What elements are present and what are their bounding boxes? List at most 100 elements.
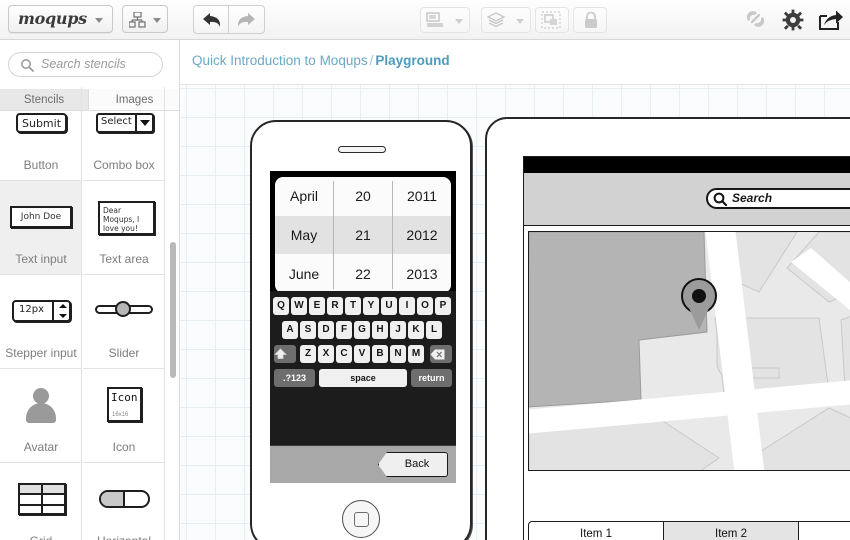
stencil-item-avatar[interactable]: Avatar bbox=[0, 369, 82, 463]
key-c[interactable]: C bbox=[336, 345, 352, 363]
key-o[interactable]: O bbox=[417, 297, 433, 315]
redo-button[interactable] bbox=[229, 5, 265, 34]
tab-bar-item-2[interactable]: Item 2 bbox=[664, 522, 799, 540]
space-key[interactable]: space bbox=[319, 369, 407, 387]
date-picker[interactable]: April May June 20 21 22 2011 2012 2013 bbox=[275, 177, 451, 293]
stencil-item-text-input[interactable]: John Doe Text input bbox=[0, 181, 82, 275]
stencil-art-label: Select bbox=[101, 116, 132, 127]
stencil-item-icon[interactable]: Icon 16x16 Icon bbox=[83, 369, 165, 463]
brand-menu-button[interactable]: moqups bbox=[8, 5, 113, 33]
backspace-key[interactable] bbox=[430, 345, 452, 363]
key-m[interactable]: M bbox=[408, 345, 424, 363]
page-settings-button[interactable] bbox=[420, 7, 470, 33]
tab-bar-item-1[interactable]: Item 1 bbox=[529, 522, 664, 540]
key-p[interactable]: P bbox=[435, 297, 451, 315]
key-a[interactable]: A bbox=[282, 321, 298, 339]
project-structure-button[interactable] bbox=[122, 5, 168, 33]
export-button[interactable] bbox=[818, 8, 844, 32]
map-view[interactable] bbox=[528, 231, 850, 471]
iphone-mockup[interactable]: April May June 20 21 22 2011 2012 2013 Q… bbox=[250, 120, 472, 540]
stencil-art-label: Dear Moqups, I love you! bbox=[98, 201, 155, 235]
stencil-item-button[interactable]: Submit Button bbox=[0, 87, 82, 181]
key-h[interactable]: H bbox=[372, 321, 388, 339]
design-canvas[interactable]: April May June 20 21 22 2011 2012 2013 Q… bbox=[180, 85, 850, 540]
key-g[interactable]: G bbox=[354, 321, 370, 339]
key-x[interactable]: X bbox=[318, 345, 334, 363]
key-r[interactable]: R bbox=[327, 297, 343, 315]
stencils-sidebar: Search stencils Stencils Images Submit B… bbox=[0, 40, 180, 540]
picker-column-month[interactable]: April May June bbox=[275, 177, 333, 293]
undo-button[interactable] bbox=[193, 5, 229, 34]
breadcrumb-current-page[interactable]: Playground bbox=[375, 53, 449, 68]
key-y[interactable]: Y bbox=[363, 297, 379, 315]
key-s[interactable]: S bbox=[300, 321, 316, 339]
key-n[interactable]: N bbox=[390, 345, 406, 363]
sidebar-scrollbar[interactable] bbox=[170, 242, 176, 378]
key-l[interactable]: L bbox=[426, 321, 442, 339]
stencil-art-label: Submit bbox=[16, 113, 67, 133]
tab-bar-item-3[interactable]: Item 3 bbox=[799, 522, 850, 540]
picker-option-selected[interactable]: May bbox=[275, 216, 333, 254]
combo-box-icon: Select bbox=[83, 87, 165, 153]
group-objects-button[interactable] bbox=[535, 7, 569, 33]
picker-option[interactable]: June bbox=[275, 255, 333, 293]
numeric-key[interactable]: .?123 bbox=[274, 369, 315, 387]
stencil-item-horizontal[interactable]: Horizontal bbox=[83, 463, 165, 540]
share-link-button[interactable] bbox=[744, 8, 768, 32]
search-placeholder: Search stencils bbox=[41, 57, 126, 71]
key-f[interactable]: F bbox=[336, 321, 352, 339]
key-u[interactable]: U bbox=[381, 297, 397, 315]
key-e[interactable]: E bbox=[309, 297, 325, 315]
lock-button[interactable] bbox=[573, 7, 607, 33]
key-q[interactable]: Q bbox=[273, 297, 289, 315]
picker-column-year[interactable]: 2011 2012 2013 bbox=[393, 177, 451, 293]
key-z[interactable]: Z bbox=[300, 345, 316, 363]
stepper-input-icon: 12px bbox=[0, 275, 82, 341]
lock-icon bbox=[585, 12, 597, 28]
text-area-icon: Dear Moqups, I love you! bbox=[83, 181, 165, 247]
key-j[interactable]: J bbox=[390, 321, 406, 339]
undo-arrow-icon bbox=[203, 13, 221, 27]
shift-key[interactable] bbox=[274, 345, 296, 363]
layers-button[interactable] bbox=[481, 7, 531, 33]
search-input[interactable]: Search stencils bbox=[8, 52, 163, 77]
picker-option[interactable]: April bbox=[275, 177, 333, 215]
key-k[interactable]: K bbox=[408, 321, 424, 339]
settings-button[interactable] bbox=[781, 8, 805, 32]
stencil-item-combo-box[interactable]: Select Combo box bbox=[83, 87, 165, 181]
picker-option-selected[interactable]: 21 bbox=[334, 216, 392, 254]
key-v[interactable]: V bbox=[354, 345, 370, 363]
stencil-label: Slider bbox=[108, 346, 140, 360]
home-button[interactable] bbox=[342, 500, 380, 538]
ipad-mockup[interactable]: Search Item 1 Item 2 bbox=[485, 117, 850, 540]
page-layout-icon bbox=[426, 12, 443, 27]
picker-option[interactable]: 20 bbox=[334, 177, 392, 215]
return-key[interactable]: return bbox=[411, 369, 452, 387]
stencil-art-sublabel: 16x16 bbox=[112, 412, 129, 418]
key-t[interactable]: T bbox=[345, 297, 361, 315]
top-toolbar: moqups bbox=[0, 0, 850, 40]
breadcrumb-bar: Quick Introduction to Moqups / Playground bbox=[180, 40, 850, 85]
nav-bar: Search bbox=[524, 173, 850, 226]
stencil-item-slider[interactable]: Slider bbox=[83, 275, 165, 369]
key-b[interactable]: B bbox=[372, 345, 388, 363]
key-i[interactable]: I bbox=[399, 297, 415, 315]
stencil-item-text-area[interactable]: Dear Moqups, I love you! Text area bbox=[83, 181, 165, 275]
stencil-item-stepper-input[interactable]: 12px Stepper input bbox=[0, 275, 82, 369]
picker-column-day[interactable]: 20 21 22 bbox=[334, 177, 392, 293]
chevron-down-icon bbox=[135, 115, 152, 131]
key-w[interactable]: W bbox=[291, 297, 307, 315]
back-button[interactable]: Back bbox=[378, 452, 448, 477]
picker-option[interactable]: 22 bbox=[334, 255, 392, 293]
map-search-input[interactable]: Search bbox=[706, 188, 850, 209]
speaker-grill-icon bbox=[338, 146, 386, 153]
map-search-value: Search bbox=[732, 191, 773, 205]
search-icon bbox=[21, 59, 34, 72]
picker-option[interactable]: 2011 bbox=[393, 177, 451, 215]
stencil-label: Horizontal bbox=[83, 534, 165, 540]
stencil-item-grid[interactable]: Grid bbox=[0, 463, 82, 540]
key-d[interactable]: D bbox=[318, 321, 334, 339]
breadcrumb-project-link[interactable]: Quick Introduction to Moqups bbox=[192, 53, 368, 68]
picker-option[interactable]: 2013 bbox=[393, 255, 451, 293]
picker-option-selected[interactable]: 2012 bbox=[393, 216, 451, 254]
